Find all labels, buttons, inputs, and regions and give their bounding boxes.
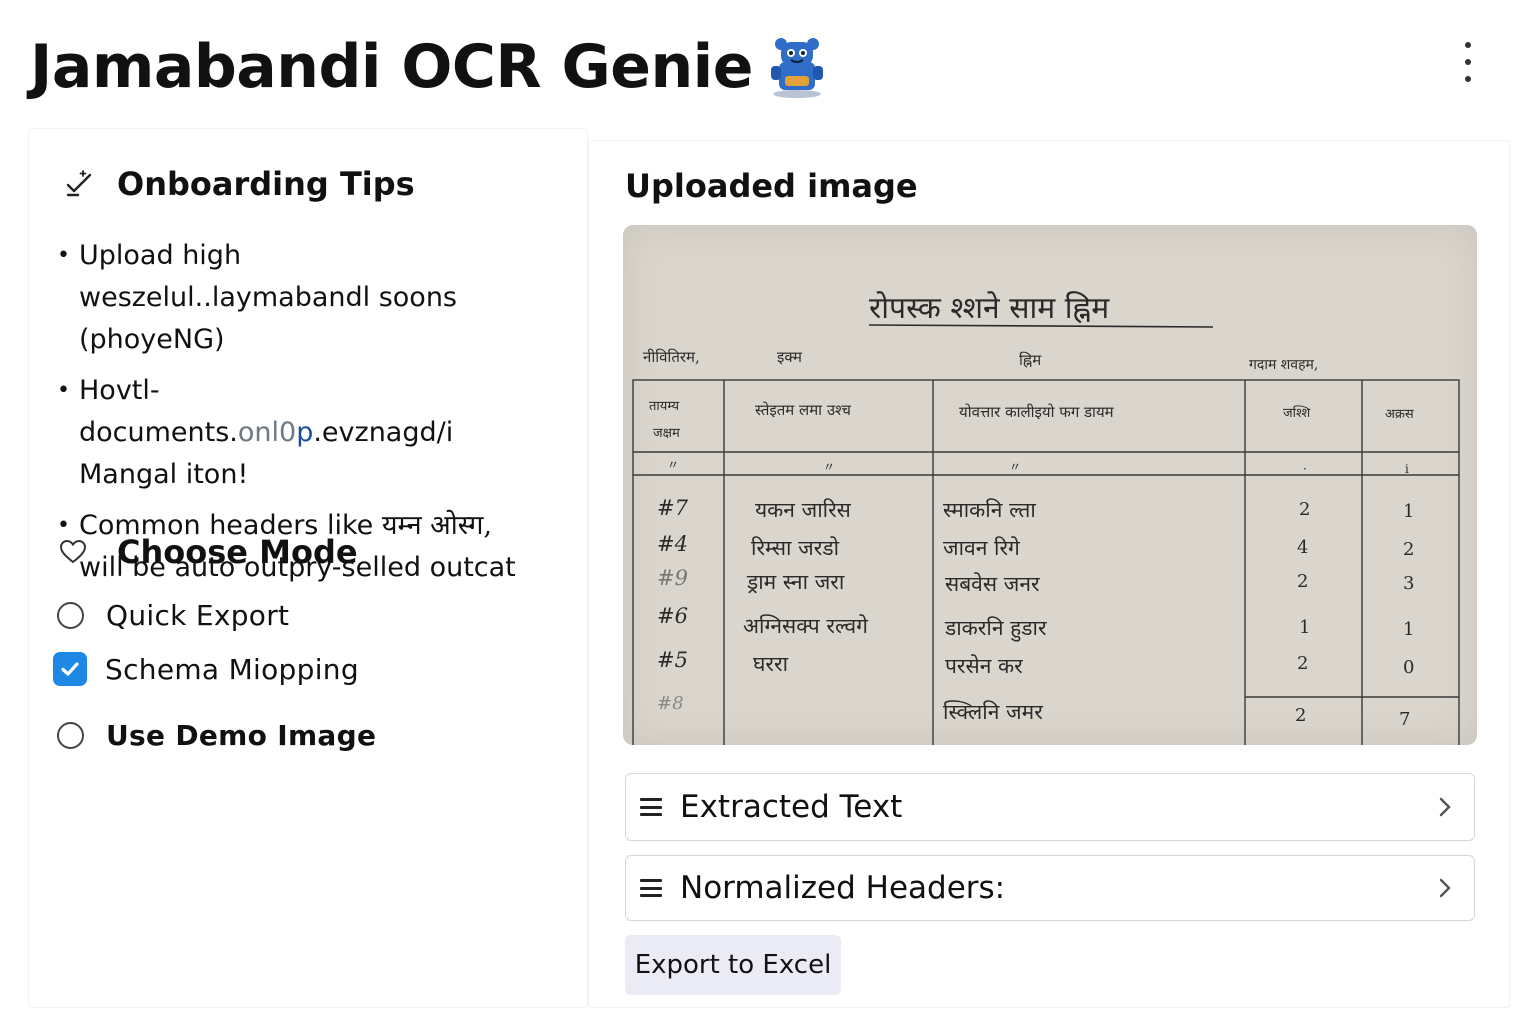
mode-option-quick-export[interactable]: Quick Export — [57, 599, 289, 632]
cell-serial: #6 — [657, 604, 688, 628]
app-title-text: Jamabandi OCR Genie — [30, 32, 753, 102]
cell-name: घररा — [753, 652, 789, 676]
magic-wand-icon — [66, 170, 92, 197]
cell-count: 4 — [1297, 537, 1308, 558]
radio-button[interactable] — [57, 602, 84, 629]
choose-mode-header: Choose Mode — [59, 533, 358, 571]
checkmark-icon — [61, 662, 79, 676]
mode-option-label: Use Demo Image — [106, 719, 377, 752]
normalized-headers-expander[interactable]: Normalized Headers: — [625, 855, 1475, 921]
cell-count: 3 — [1403, 573, 1414, 594]
chevron-right-icon — [1439, 797, 1451, 817]
export-to-excel-button[interactable]: Export to Excel — [625, 935, 841, 995]
ditto-mark: 〃 — [1009, 460, 1021, 474]
main-panel: Uploaded image रोपस्क श्शने साम ह्निम नी… — [588, 140, 1510, 1008]
mode-option-label: Quick Export — [106, 599, 290, 632]
choose-mode-heading: Choose Mode — [117, 533, 358, 571]
cell-count: 2 — [1297, 653, 1308, 674]
mode-option-schema-mapping[interactable]: Schema Miopping — [53, 652, 359, 686]
cell-count: 2 — [1403, 539, 1414, 560]
tip-text-accent: p — [296, 417, 314, 448]
document-top-label: ह्निम — [1019, 351, 1042, 369]
radio-button[interactable] — [57, 722, 84, 749]
cell-detail: जावन रिगे — [943, 536, 1021, 560]
cell-name: अग्निसक्प रल्वगे — [743, 614, 869, 638]
chevron-right-icon — [1439, 878, 1451, 898]
cell-count: 0 — [1403, 657, 1414, 678]
robot-mascot-icon — [770, 38, 823, 98]
tip-item: Upload high weszelul..laymabandl soons (… — [57, 235, 527, 361]
cell-detail: डाकरनि हुडार — [944, 616, 1047, 642]
ditto-mark: ⅰ — [1405, 462, 1409, 476]
tip-text: Hovtl-documents. — [79, 375, 238, 448]
ditto-mark: 〃 — [823, 460, 835, 474]
menu-lines-icon — [640, 798, 662, 816]
column-header: अक्रस — [1385, 407, 1414, 422]
column-header: योवत्तार कालीइयो फग डायम — [959, 403, 1115, 421]
cell-count: 7 — [1399, 709, 1410, 730]
cell-count: 1 — [1403, 619, 1414, 640]
document-top-label: नीवितिरम, — [643, 348, 700, 366]
cell-serial: #4 — [657, 532, 688, 556]
cell-count: 1 — [1403, 501, 1414, 522]
menu-lines-icon — [640, 879, 662, 897]
cell-detail: परसेन कर — [945, 654, 1023, 678]
cell-detail: सबवेस जनर — [945, 572, 1040, 596]
document-top-label: इक्म — [777, 348, 803, 366]
sidebar: Onboarding Tips Upload high weszelul..la… — [28, 128, 588, 1008]
cell-count: 2 — [1299, 499, 1310, 520]
onboarding-tips-heading: Onboarding Tips — [117, 165, 415, 203]
cell-serial: #8 — [657, 693, 684, 714]
mode-option-label: Schema Miopping — [105, 652, 359, 686]
cell-count: 2 — [1295, 705, 1306, 726]
uploaded-image-heading: Uploaded image — [625, 167, 918, 205]
document-top-label: गदाम शवहम, — [1249, 357, 1318, 373]
column-header: स्तेइतम लमा उश्च — [755, 401, 851, 419]
cell-detail: स्माकनि ल्ता — [943, 498, 1036, 522]
column-header: जक्षम — [653, 426, 680, 441]
cell-serial: #9 — [657, 566, 688, 590]
cell-name: यकन जारिस — [755, 498, 852, 522]
tip-item: Hovtl-documents.onl0p.evznagd/i Mangal i… — [57, 370, 527, 496]
cell-name: रिम्सा जरडो — [751, 536, 840, 560]
column-header: जश्शि — [1283, 405, 1311, 421]
ditto-mark: 〃 — [667, 458, 679, 472]
expander-label: Normalized Headers: — [680, 870, 1006, 906]
cell-count: 1 — [1299, 617, 1310, 638]
app-title: Jamabandi OCR Genie — [30, 32, 827, 102]
document-heading: रोपस्क श्शने साम ह्निम — [869, 291, 1110, 326]
checked-checkbox[interactable] — [53, 652, 87, 686]
more-options-icon[interactable] — [1456, 42, 1480, 82]
expander-label: Extracted Text — [680, 789, 903, 825]
cell-serial: #5 — [657, 648, 688, 672]
mode-option-use-demo-image[interactable]: Use Demo Image — [57, 719, 376, 752]
cell-serial: #7 — [657, 496, 689, 520]
tip-devanagari-text: यम्न ओस्ग, — [381, 510, 493, 541]
tip-text: Upload high weszelul..laymabandl soons (… — [79, 240, 457, 355]
onboarding-tips-header: Onboarding Tips — [63, 165, 415, 203]
extracted-text-expander[interactable]: Extracted Text — [625, 773, 1475, 841]
uploaded-document-image: रोपस्क श्शने साम ह्निम नीवितिरम, इक्म ह्… — [623, 225, 1477, 745]
ditto-mark: · — [1303, 462, 1307, 476]
heart-icon — [59, 539, 87, 564]
column-header: तायम्य — [649, 399, 680, 414]
cell-detail: स्क्लिनि जमर — [943, 700, 1043, 724]
cell-name: ड्राम स्ना जरा — [746, 570, 845, 594]
cell-count: 2 — [1297, 571, 1308, 592]
tip-text-muted: onl0 — [237, 417, 297, 448]
